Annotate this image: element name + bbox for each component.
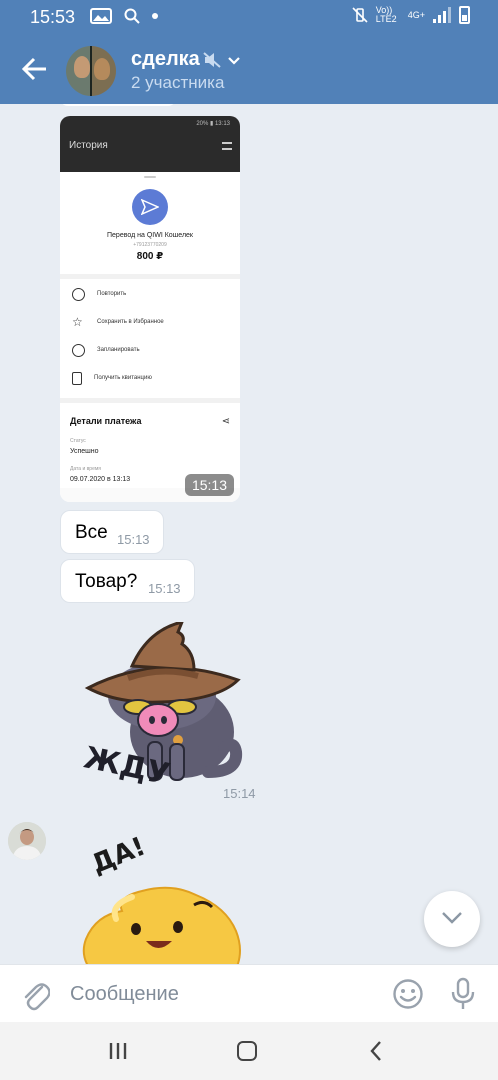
action-label: Получить квитанцию (94, 375, 152, 381)
photo-sheet: Перевод на QIWI Кошелек +79123770209 800… (60, 172, 240, 502)
recents-icon[interactable] (108, 1042, 128, 1060)
action-favorite: ☆ Сохранить в Избранное (72, 314, 164, 330)
chevron-down-icon[interactable] (227, 54, 241, 68)
scroll-down-icon (442, 912, 462, 924)
chat-avatar[interactable] (66, 46, 116, 96)
back-arrow-icon[interactable] (20, 54, 50, 84)
filter-icon (222, 142, 232, 150)
cat-sticker[interactable]: ЖДУ (78, 622, 248, 797)
status-value: Успешно (70, 448, 99, 455)
gallery-icon (90, 8, 112, 24)
receipt-icon (72, 371, 82, 385)
action-label: Сохранить в Избранное (97, 319, 164, 325)
attach-icon[interactable] (20, 977, 50, 1011)
divider (60, 274, 240, 279)
divider (60, 398, 240, 403)
action-label: Запланировать (97, 347, 140, 353)
action-repeat: Повторить (72, 286, 126, 302)
transfer-amount: 800 ₽ (136, 251, 164, 262)
previous-message-bubble (60, 104, 176, 106)
status-icons-right: Vo)) LTE2 4G+ (352, 6, 470, 24)
date-label: Дата и время (70, 466, 102, 472)
chat-title[interactable]: сделка (131, 48, 200, 71)
message-input[interactable] (62, 974, 372, 1014)
star-icon: ☆ (72, 314, 83, 329)
message-text: Все (75, 522, 108, 543)
yes-sticker[interactable]: ДА! (76, 819, 251, 964)
transfer-phone: +79123770209 (133, 242, 167, 248)
chat-header: сделка 2 участника (0, 40, 498, 104)
search-icon (124, 8, 140, 24)
photo-history-title: История (69, 140, 108, 151)
message-time: 15:13 (148, 581, 181, 596)
dot-icon (152, 13, 158, 19)
repeat-icon (72, 287, 85, 301)
message-bubble[interactable]: Все 15:13 (60, 510, 164, 554)
send-icon (132, 189, 168, 225)
message-composer (0, 964, 498, 1022)
chat-subtitle: 2 участника (131, 73, 225, 92)
photo-message[interactable]: 20% ▮ 13:13 История Перевод на QIWI Коше… (60, 116, 240, 502)
date-value: 09.07.2020 в 13:13 (70, 476, 131, 483)
action-schedule: Запланировать (72, 342, 140, 358)
network-label: Vo)) LTE2 (375, 5, 397, 24)
battery-icon (459, 6, 470, 24)
mic-icon[interactable] (450, 977, 476, 1011)
action-receipt: Получить квитанцию (72, 370, 152, 386)
signal-icon (433, 7, 451, 23)
status-icons-left (90, 8, 158, 24)
transfer-title: Перевод на QIWI Кошелек (107, 232, 193, 239)
clock-icon (72, 343, 85, 357)
message-text: Товар? (75, 571, 138, 592)
message-bubble[interactable]: Товар? 15:13 (60, 559, 195, 603)
share-icon: ⋖ (221, 416, 230, 427)
mute-icon (203, 52, 221, 68)
message-time: 15:13 (117, 532, 150, 547)
photo-time: 15:13 (184, 474, 234, 496)
vibrate-mute-icon (352, 7, 368, 23)
svg-text:ДА!: ДА! (87, 832, 149, 880)
sender-avatar[interactable] (8, 822, 46, 860)
network-type: 4G+ (407, 10, 425, 20)
top-bar: 15:53 Vo)) LTE2 4G+ сделка 2 участника (0, 0, 498, 104)
photo-screen-top: 20% ▮ 13:13 История (60, 116, 240, 172)
action-label: Повторить (97, 291, 127, 297)
message-list[interactable]: 20% ▮ 13:13 История Перевод на QIWI Коше… (0, 104, 498, 964)
status-time: 15:53 (30, 7, 76, 27)
details-title: Детали платежа (70, 416, 142, 426)
nav-back-icon[interactable] (368, 1040, 384, 1062)
status-label: Статус (70, 438, 86, 444)
scroll-down-button[interactable] (424, 891, 480, 947)
photo-status: 20% ▮ 13:13 (196, 121, 230, 127)
status-bar: 15:53 Vo)) LTE2 4G+ (0, 0, 498, 36)
system-navbar (0, 1022, 498, 1080)
emoji-icon[interactable] (392, 978, 424, 1010)
sticker-time: 15:14 (223, 786, 256, 801)
sheet-handle (144, 176, 156, 178)
home-icon[interactable] (237, 1041, 257, 1061)
